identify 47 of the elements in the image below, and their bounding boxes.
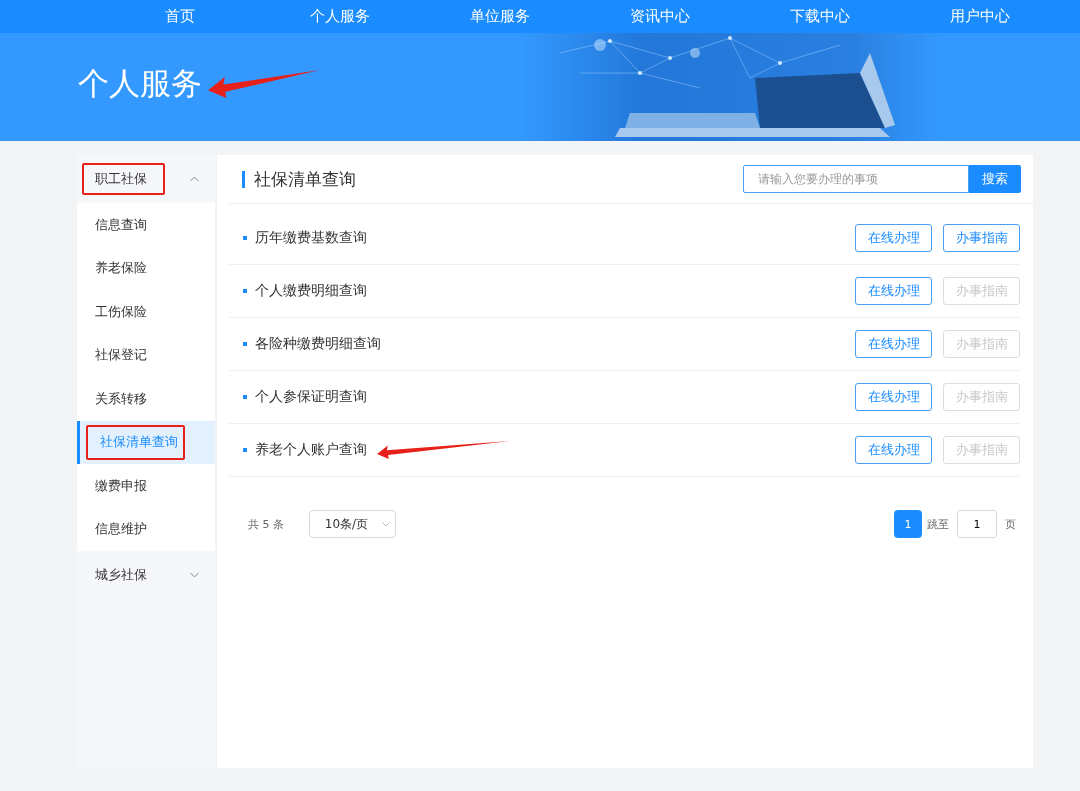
online-service-button[interactable]: 在线办理	[855, 383, 932, 411]
search-field[interactable]: 请输入您要办理的事项	[743, 165, 969, 193]
chevron-down-icon	[382, 521, 391, 527]
page-unit-label: 页	[1005, 516, 1016, 532]
menu-group-header[interactable]: 城乡社保	[77, 551, 215, 599]
sidebar-item[interactable]: 缴费申报	[77, 464, 215, 508]
chevron-down-icon	[190, 572, 199, 578]
nav-link[interactable]: 单位服务	[420, 0, 580, 33]
page-button[interactable]: 1	[894, 510, 922, 538]
nav-link[interactable]: 资讯中心	[580, 0, 740, 33]
bullet-icon	[243, 342, 247, 346]
sidebar-item[interactable]: 养老保险	[77, 246, 215, 290]
chevron-up-icon	[190, 176, 199, 182]
total-count: 共 5 条	[248, 516, 284, 532]
sidebar-item[interactable]: 工伤保险	[77, 290, 215, 334]
online-service-button[interactable]: 在线办理	[855, 277, 932, 305]
nav-link[interactable]: 首页	[100, 0, 260, 33]
jump-label: 跳至	[927, 516, 949, 532]
bullet-icon	[243, 448, 247, 452]
page-jump-field[interactable]: 1	[957, 510, 997, 538]
service-item-label: 各险种缴费明细查询	[255, 335, 381, 353]
menu-group-label: 职工社保	[95, 170, 147, 188]
online-service-button[interactable]: 在线办理	[855, 224, 932, 252]
online-service-button[interactable]: 在线办理	[855, 436, 932, 464]
sidebar-item[interactable]: 关系转移	[77, 377, 215, 421]
guide-button[interactable]: 办事指南	[943, 224, 1020, 252]
sidebar-item[interactable]: 社保登记	[77, 333, 215, 377]
bullet-icon	[243, 289, 247, 293]
menu-group-header[interactable]: 职工社保	[77, 155, 215, 203]
nav-link[interactable]: 下载中心	[740, 0, 900, 33]
page-size-select[interactable]: 10条/页	[309, 510, 396, 538]
online-service-button[interactable]: 在线办理	[855, 330, 932, 358]
nav-link[interactable]: 个人服务	[260, 0, 420, 33]
panel-title: 社保清单查询	[254, 167, 356, 191]
menu-group-label: 城乡社保	[95, 566, 147, 584]
sidebar-item[interactable]: 社保清单查询	[77, 420, 215, 464]
service-item-label: 历年缴费基数查询	[255, 229, 367, 247]
service-item-label: 个人缴费明细查询	[255, 282, 367, 300]
sidebar-item[interactable]: 信息维护	[77, 507, 215, 551]
service-item-label: 个人参保证明查询	[255, 388, 367, 406]
service-item-label: 养老个人账户查询	[255, 441, 367, 459]
bullet-icon	[243, 395, 247, 399]
search-button[interactable]: 搜索	[969, 165, 1021, 193]
nav-link[interactable]: 用户中心	[900, 0, 1060, 33]
sidebar-item[interactable]: 信息查询	[77, 203, 215, 247]
page-title: 个人服务	[78, 64, 202, 103]
bullet-icon	[243, 236, 247, 240]
